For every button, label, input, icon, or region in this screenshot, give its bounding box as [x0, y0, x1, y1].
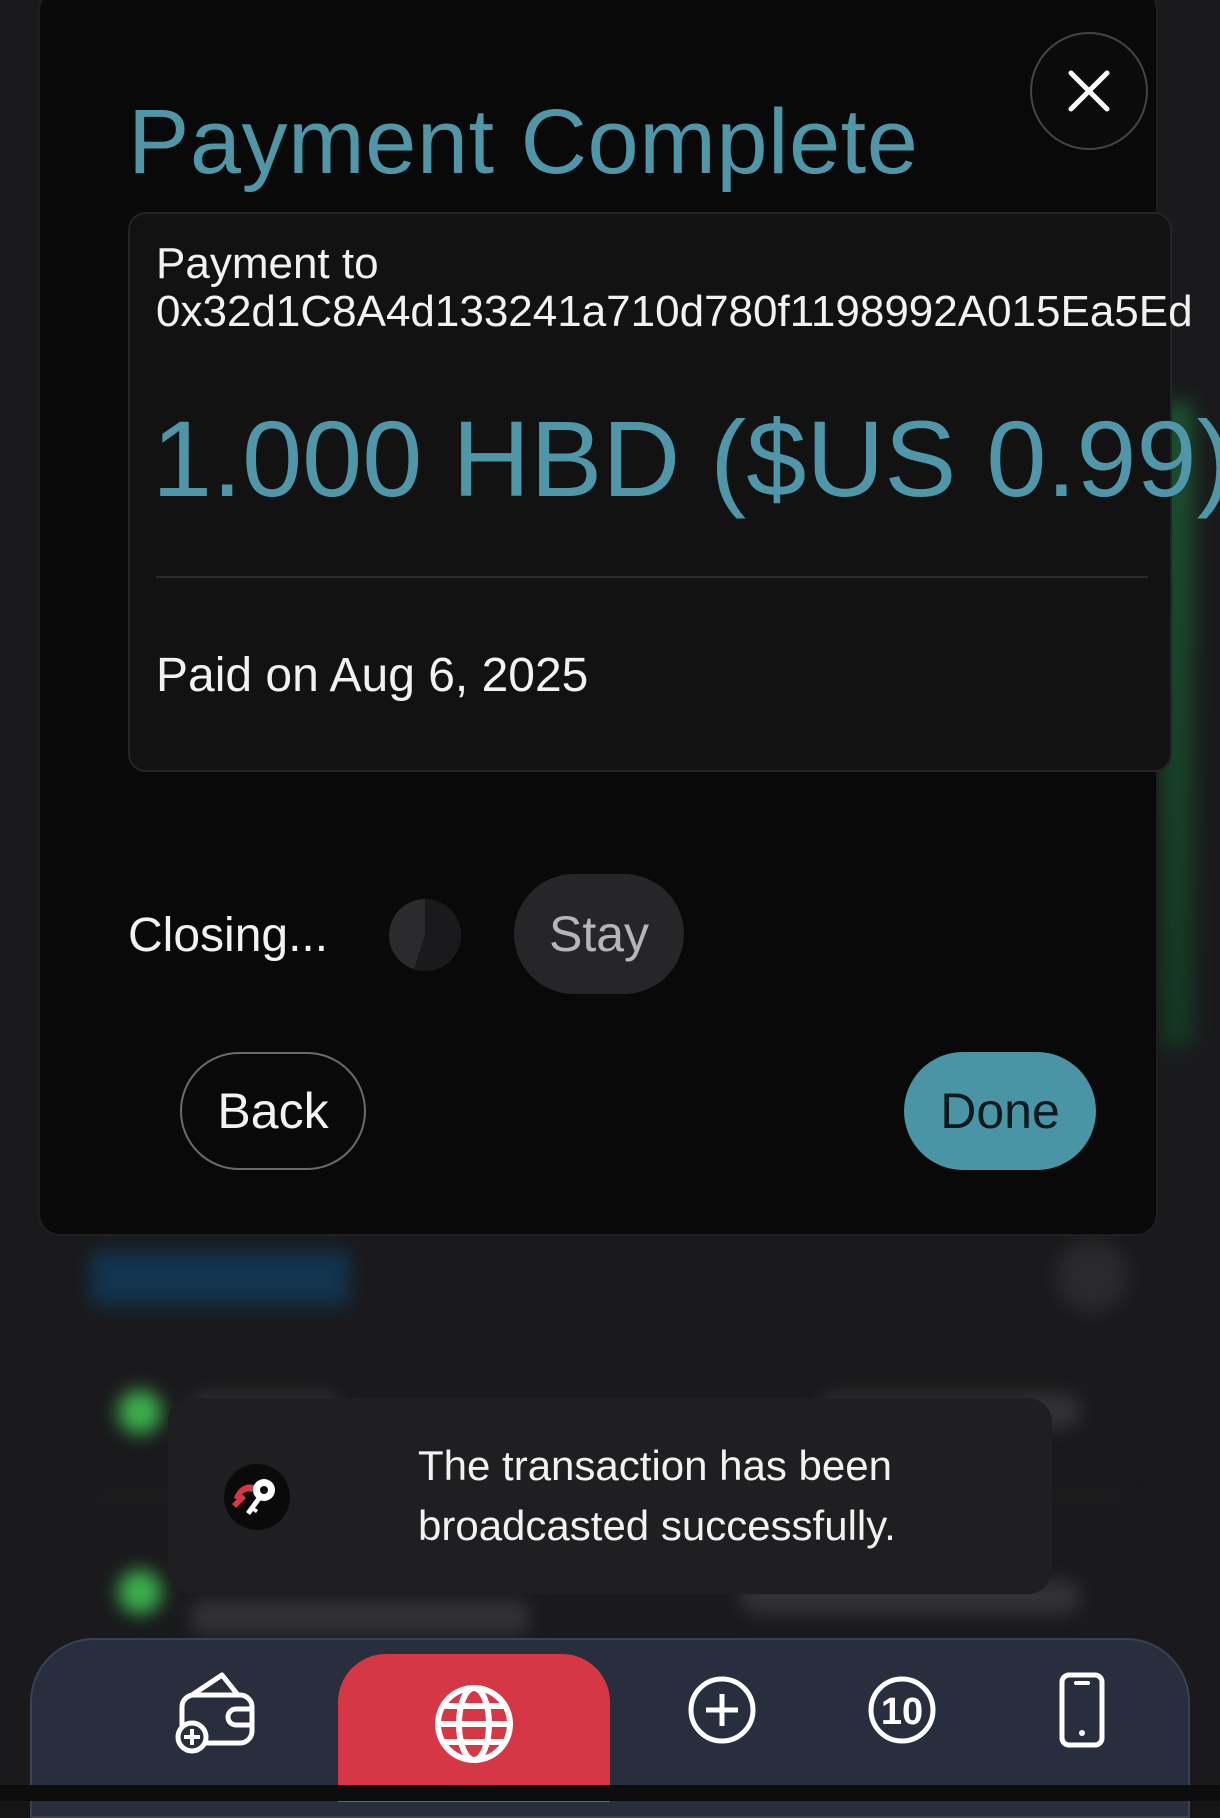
payment-address: 0x32d1C8A4d133241a710d780f1198992A015Ea5… [156, 287, 1193, 336]
background-status-dot [118, 1570, 162, 1614]
nav-item-device[interactable] [1022, 1640, 1142, 1780]
back-button[interactable]: Back [180, 1052, 366, 1170]
system-bottom-bar [0, 1785, 1220, 1801]
background-refresh-icon [1055, 1240, 1129, 1314]
payment-to-label: Payment to [156, 239, 379, 288]
nav-item-add[interactable] [662, 1640, 782, 1780]
nav-item-browser[interactable] [338, 1654, 610, 1794]
close-button[interactable] [1030, 32, 1148, 150]
background-savings-label [190, 1600, 530, 1634]
key-logo-icon [224, 1464, 290, 1530]
badge-10-label: 10 [881, 1691, 923, 1733]
nav-item-count[interactable]: 10 [842, 1640, 962, 1780]
plus-circle-icon [688, 1676, 756, 1744]
closing-status: Closing... [128, 909, 329, 962]
stay-button[interactable]: Stay [514, 874, 684, 994]
payment-amount: 1.000 HBD ($US 0.99) [152, 398, 1220, 519]
background-status-dot [118, 1390, 162, 1434]
toast-message: The transaction has been broadcasted suc… [418, 1442, 896, 1549]
card-divider [156, 576, 1148, 578]
modal-title: Payment Complete [128, 91, 919, 193]
payment-complete-modal: Payment Complete Payment to 0x32d1C8A4d1… [38, 0, 1220, 1236]
nav-item-wallet[interactable] [152, 1640, 282, 1780]
globe-icon [435, 1685, 513, 1763]
badge-10-icon: 10 [868, 1676, 936, 1744]
success-toast: The transaction has been broadcasted suc… [168, 1398, 1052, 1594]
close-icon [1068, 70, 1110, 112]
wallet-add-icon [175, 1672, 255, 1754]
phone-icon [1059, 1672, 1105, 1748]
countdown-spinner-icon [389, 899, 461, 971]
paid-on-date: Paid on Aug 6, 2025 [156, 649, 589, 702]
done-button[interactable]: Done [904, 1052, 1096, 1170]
payment-details-card: Payment to 0x32d1C8A4d133241a710d780f119… [128, 212, 1220, 772]
background-balances-title [90, 1250, 350, 1306]
